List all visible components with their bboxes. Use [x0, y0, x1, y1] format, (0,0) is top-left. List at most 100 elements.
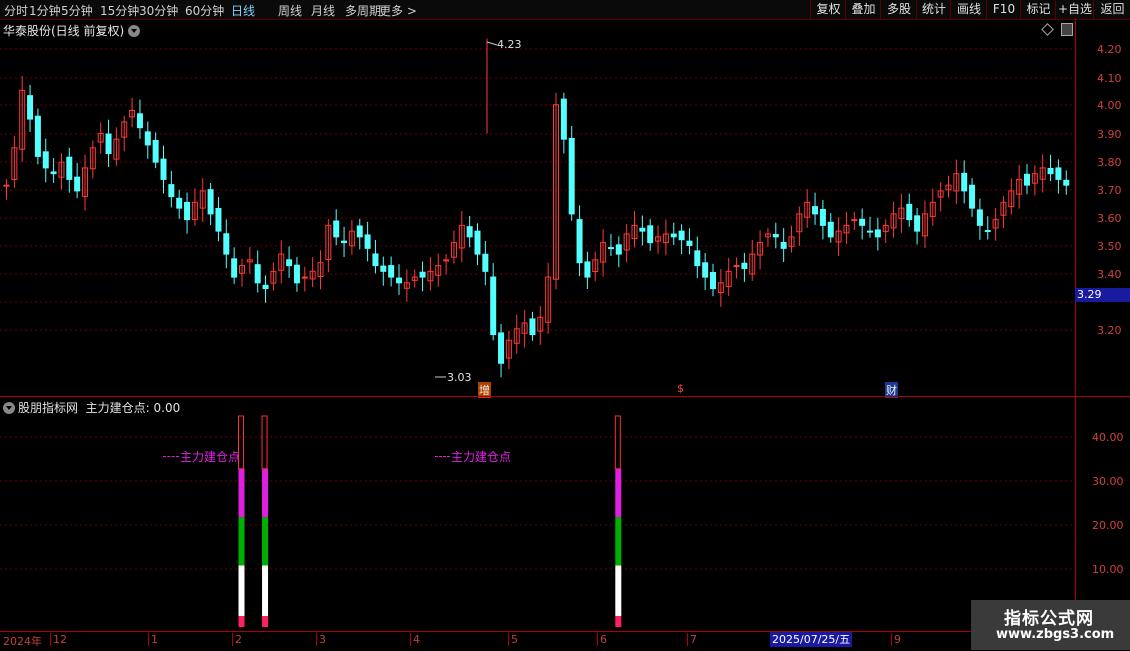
candle-body [678, 230, 685, 241]
indicator-bar-segment [615, 616, 622, 627]
watermark-title: 指标公式网 [1004, 609, 1094, 629]
candle-body [136, 113, 143, 129]
candle-body [694, 250, 701, 267]
candle-body [1024, 173, 1030, 186]
candle-body [341, 240, 348, 244]
candle-body [851, 219, 858, 222]
price-tick-label: 3.40 [1097, 268, 1122, 281]
candle-body [529, 318, 536, 336]
candle-body [874, 229, 881, 238]
candle-body [615, 244, 622, 255]
candle-body [231, 258, 238, 278]
candle-body [741, 262, 748, 269]
price-tick-label: 3.60 [1097, 212, 1122, 225]
indicator-bar-segment [238, 468, 245, 518]
candle-body [584, 261, 591, 278]
date-label: 9 [891, 633, 901, 646]
signal-label: 主力建仓点 [451, 450, 512, 464]
candle-body [184, 201, 191, 221]
candle-body [396, 277, 402, 284]
candle-body [482, 253, 489, 272]
candle-body [1055, 167, 1062, 180]
candle-body [867, 230, 873, 233]
price-tick-label: 3.20 [1097, 324, 1122, 337]
candle-body [356, 225, 363, 238]
candle-body [490, 276, 497, 336]
indicator-bar-segment [262, 468, 269, 518]
candle-body [560, 98, 567, 140]
candle-body [607, 247, 614, 250]
indicator-tick-label: 30.00 [1092, 475, 1124, 488]
candle-body [498, 332, 505, 364]
indicator-tick-label: 20.00 [1092, 519, 1124, 532]
signal-pointer [163, 456, 179, 457]
indicator-bar-segment [615, 517, 622, 566]
price-tick-label: 3.80 [1097, 156, 1122, 169]
indicator-bar-segment [262, 616, 269, 627]
price-tick-label: 3.90 [1097, 128, 1122, 141]
indicator-bar-segment [262, 565, 269, 617]
indicator-name: 股朋指标网 [18, 401, 79, 415]
panel-separator[interactable] [0, 396, 1130, 397]
candle-body [859, 218, 866, 226]
candle-body [380, 265, 387, 272]
candle-body [215, 207, 222, 232]
date-label: 6 [597, 633, 607, 646]
candle-body [914, 215, 921, 232]
candle-body [906, 203, 913, 221]
candle-body [223, 233, 230, 255]
watermark-url: www.zbgs3.com [996, 627, 1115, 642]
candle-body [160, 158, 167, 180]
candle-body [702, 262, 709, 278]
date-label: 2 [232, 633, 242, 646]
event-tag-dividend[interactable]: $ [676, 382, 685, 395]
candle-body [474, 230, 481, 255]
candle-body [466, 226, 473, 238]
candle-body [42, 151, 49, 169]
price-tick-label: 4.10 [1097, 72, 1122, 85]
date-axis[interactable] [0, 631, 1130, 651]
price-tick-label: 3.70 [1097, 184, 1122, 197]
candle-body [286, 259, 293, 267]
candle-body [3, 184, 10, 187]
candle-body [152, 139, 159, 163]
candle-body [207, 189, 214, 215]
price-chart[interactable] [0, 0, 1130, 650]
candle-body [772, 234, 779, 238]
candle-body [1063, 179, 1070, 186]
candle-body [419, 271, 426, 278]
indicator-bar-segment [615, 468, 622, 518]
candle-body [976, 209, 983, 226]
date-label: 2024年 [3, 635, 42, 648]
candle-body [639, 227, 646, 232]
candle-body [74, 176, 81, 192]
candle-body [388, 265, 395, 278]
candle-body [576, 219, 583, 264]
candle-body [647, 225, 654, 244]
candle-body [961, 172, 968, 192]
signal-label: 主力建仓点 [180, 450, 241, 464]
date-label: 7 [687, 633, 697, 646]
candle-body [827, 221, 834, 238]
candle-body [66, 156, 73, 180]
candle-body [812, 206, 819, 215]
candle-body [144, 131, 151, 146]
indicator-bar-segment [238, 517, 245, 566]
candle-body [34, 115, 41, 157]
candle-body [819, 208, 826, 226]
indicator-bar-segment [614, 415, 621, 470]
candle-body [686, 240, 693, 246]
indicator-tick-label: 10.00 [1092, 563, 1124, 576]
chevron-down-icon[interactable] [3, 402, 15, 414]
date-label: 1 [148, 633, 158, 646]
candle-body [568, 137, 575, 215]
annotation-pointer [486, 41, 498, 46]
candle-body [262, 284, 269, 290]
candle-body [710, 271, 716, 290]
candle-body [50, 171, 57, 175]
candle-body [364, 234, 371, 249]
price-tick-label: 3.50 [1097, 240, 1122, 253]
indicator-title[interactable]: 股朋指标网 主力建仓点: 0.00 [3, 399, 180, 416]
candle-body [105, 133, 112, 155]
date-label: 3 [316, 633, 326, 646]
